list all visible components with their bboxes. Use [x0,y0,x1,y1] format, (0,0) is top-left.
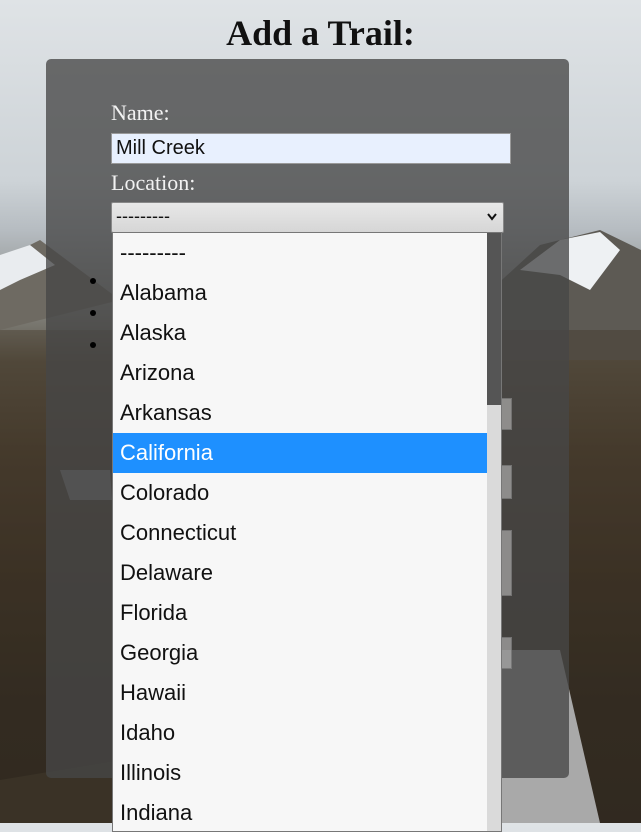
location-select[interactable]: --------- [111,202,504,233]
dropdown-option[interactable]: --------- [113,233,487,273]
dropdown-option[interactable]: Delaware [113,553,487,593]
scrollbar-thumb[interactable] [487,233,501,405]
chevron-down-icon [487,213,497,221]
dropdown-option[interactable]: Arkansas [113,393,487,433]
bullet [90,278,96,284]
dropdown-option[interactable]: Connecticut [113,513,487,553]
bullet-list [90,278,102,374]
bullet [90,310,96,316]
dropdown-option[interactable]: Alabama [113,273,487,313]
dropdown-option[interactable]: Idaho [113,713,487,753]
dropdown-option[interactable]: Alaska [113,313,487,353]
dropdown-scrollbar[interactable] [487,233,501,831]
dropdown-option-highlighted[interactable]: California [113,433,487,473]
location-label: Location: [111,170,196,195]
page-title: Add a Trail: [226,13,415,53]
dropdown-option[interactable]: Georgia [113,633,487,673]
name-label: Name: [111,100,170,125]
dropdown-option[interactable]: Indiana [113,793,487,831]
name-input-value: Mill Creek [116,137,205,159]
dropdown-option[interactable]: Illinois [113,753,487,793]
dropdown-option[interactable]: Arizona [113,353,487,393]
dropdown-option[interactable]: Hawaii [113,673,487,713]
dropdown-option[interactable]: Florida [113,593,487,633]
location-dropdown-list[interactable]: --------- Alabama Alaska Arizona Arkansa… [112,232,502,832]
location-select-value: --------- [116,206,170,226]
name-input[interactable]: Mill Creek [111,133,511,164]
dropdown-option[interactable]: Colorado [113,473,487,513]
bullet [90,342,96,348]
